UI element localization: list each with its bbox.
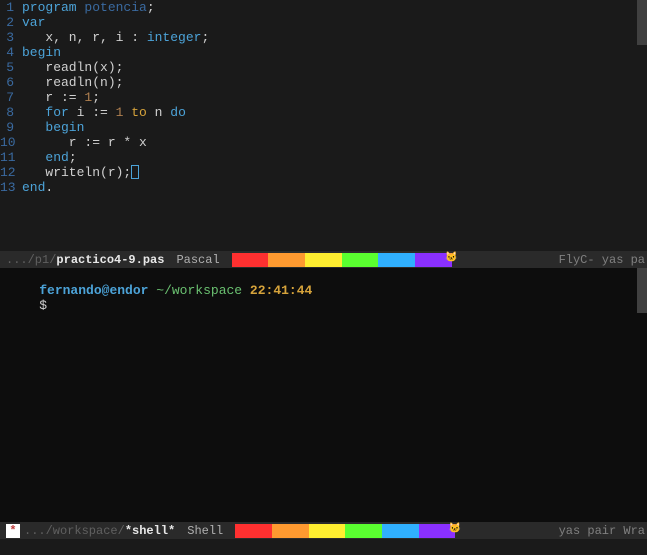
shell-time: 22:41:44 [250, 283, 312, 298]
line-number: 3 [0, 30, 18, 45]
modeline-shell-buffer: *shell* [125, 524, 175, 538]
line-number: 1 [0, 0, 18, 15]
code-line[interactable]: 10 r := r * x [0, 135, 647, 150]
code-content[interactable]: var [18, 15, 45, 30]
line-number: 7 [0, 90, 18, 105]
line-number: 11 [0, 150, 18, 165]
nyan-progress-bar-shell: 🐱 [235, 524, 455, 538]
code-line[interactable]: 6 readln(n); [0, 75, 647, 90]
code-content[interactable]: begin [18, 120, 84, 135]
modified-indicator-icon: * [6, 524, 20, 538]
modeline-editor: .../p1/ practico4-9.pas Pascal 🐱 FlyC- y… [0, 251, 647, 268]
code-line[interactable]: 7 r := 1; [0, 90, 647, 105]
code-content[interactable]: begin [18, 45, 61, 60]
code-content[interactable]: readln(n); [18, 75, 123, 90]
nyan-cat-icon: 🐱 [449, 523, 461, 535]
code-content[interactable]: x, n, r, i : integer; [18, 30, 209, 45]
line-number: 5 [0, 60, 18, 75]
line-number: 13 [0, 180, 18, 195]
minibuffer[interactable] [0, 539, 647, 555]
shell-host: endor [109, 283, 148, 298]
modeline-shell-path: .../workspace/ [24, 524, 125, 538]
scrollbar-shell[interactable] [637, 268, 647, 313]
code-content[interactable]: for i := 1 to n do [18, 105, 186, 120]
shell-cwd: ~/workspace [156, 283, 242, 298]
modeline-shell-minor: yas pair Wra [559, 524, 645, 538]
code-content[interactable]: end. [18, 180, 53, 195]
shell-prompt[interactable]: $ [39, 298, 47, 313]
line-number: 12 [0, 165, 18, 180]
modeline-path: .../p1/ [6, 253, 56, 267]
code-line[interactable]: 13end. [0, 180, 647, 195]
code-line[interactable]: 11 end; [0, 150, 647, 165]
code-content[interactable]: end; [18, 150, 77, 165]
code-line[interactable]: 1program potencia; [0, 0, 647, 15]
code-line[interactable]: 3 x, n, r, i : integer; [0, 30, 647, 45]
line-number: 9 [0, 120, 18, 135]
code-line[interactable]: 2var [0, 15, 647, 30]
line-number: 6 [0, 75, 18, 90]
code-line[interactable]: 8 for i := 1 to n do [0, 105, 647, 120]
code-line[interactable]: 9 begin [0, 120, 647, 135]
code-content[interactable]: readln(x); [18, 60, 123, 75]
modeline-shell: * .../workspace/ *shell* Shell 🐱 yas pai… [0, 522, 647, 539]
modeline-major-mode: Pascal [176, 253, 219, 267]
line-number: 2 [0, 15, 18, 30]
shell-user: fernando [39, 283, 101, 298]
code-content[interactable]: r := 1; [18, 90, 100, 105]
modeline-shell-mode: Shell [187, 524, 223, 538]
cursor-icon [131, 165, 139, 179]
line-number: 4 [0, 45, 18, 60]
modeline-minor-modes: FlyC- yas pa [559, 253, 645, 267]
code-content[interactable]: writeln(r); [18, 165, 139, 180]
code-content[interactable]: program potencia; [18, 0, 155, 15]
code-line[interactable]: 4begin [0, 45, 647, 60]
nyan-progress-bar: 🐱 [232, 253, 452, 267]
line-number: 8 [0, 105, 18, 120]
code-content[interactable]: r := r * x [18, 135, 147, 150]
line-number: 10 [0, 135, 18, 150]
modeline-filename: practico4-9.pas [56, 253, 164, 267]
code-line[interactable]: 5 readln(x); [0, 60, 647, 75]
scrollbar-editor[interactable] [637, 0, 647, 45]
code-line[interactable]: 12 writeln(r); [0, 165, 647, 180]
shell-pane[interactable]: fernando@endor ~/workspace 22:41:44 $ [0, 268, 647, 522]
nyan-cat-icon: 🐱 [445, 252, 457, 264]
code-editor-pane[interactable]: 1program potencia;2var3 x, n, r, i : int… [0, 0, 647, 251]
